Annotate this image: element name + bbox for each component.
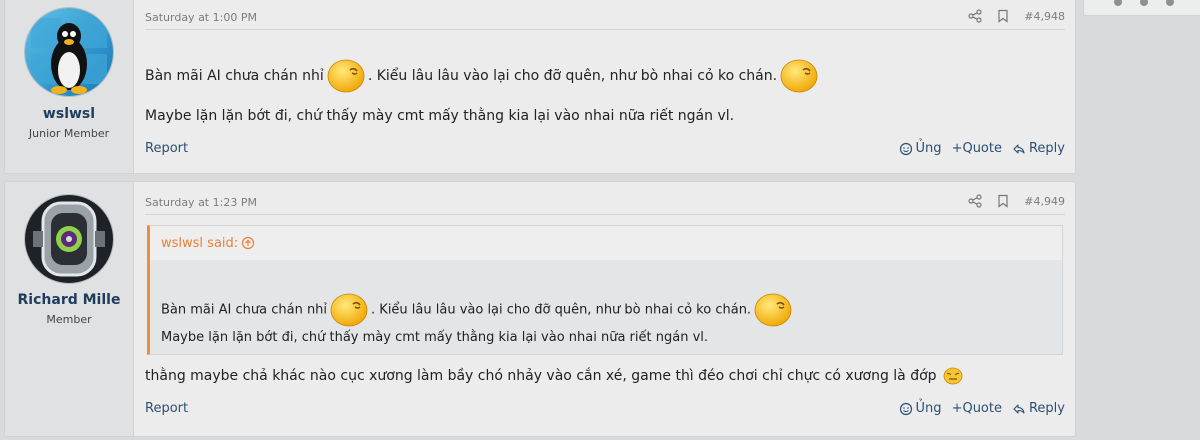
user-title: Member <box>46 313 92 326</box>
forum-post: Richard Mille Member Saturday at 1:23 PM… <box>4 181 1076 437</box>
user-title: Junior Member <box>28 127 110 140</box>
post-number[interactable]: #4,949 <box>1024 195 1065 208</box>
reply-label: Reply <box>1028 141 1065 156</box>
username[interactable]: wslwsl <box>5 106 133 122</box>
reply-icon <box>1013 143 1025 154</box>
avatar[interactable] <box>24 194 114 284</box>
quote-text-segment: Bàn mãi AI chưa chán nhỉ <box>161 302 328 318</box>
quote-button[interactable]: +Quote <box>952 401 1002 416</box>
annoyed-emoji-icon <box>943 367 963 385</box>
reply-button[interactable]: Reply <box>1012 401 1065 416</box>
smile-emoji-icon <box>327 59 365 93</box>
user-cell: Richard Mille Member <box>5 182 134 436</box>
react-icon <box>899 142 912 155</box>
post-text-segment: Bàn mãi AI chưa chán nhỉ <box>145 68 324 84</box>
report-link[interactable]: Report <box>145 401 188 416</box>
quote-block: wslwsl said: Bàn mãi AI chưa chán nhỉ . K… <box>147 225 1063 355</box>
quote-text-line: Maybe lặn lặn bớt đi, chứ thấy mày cmt m… <box>161 330 709 345</box>
dot-icon <box>1114 0 1122 6</box>
share-icon[interactable] <box>968 9 982 23</box>
post-main: Saturday at 1:00 PM #4,948 Bàn mãi AI ch… <box>145 0 1065 173</box>
quote-header[interactable]: wslwsl said: <box>150 226 1062 260</box>
quote-button[interactable]: +Quote <box>952 141 1002 156</box>
dot-icon <box>1166 0 1174 6</box>
react-label: Ủng <box>915 401 942 416</box>
post-text-segment: . Kiểu lâu lâu vào lại cho đỡ quên, như … <box>367 68 778 84</box>
post-footer: Report Ủng +Quote Reply <box>145 401 1065 421</box>
post-main: Saturday at 1:23 PM #4,949 wslwsl said: <box>145 182 1065 436</box>
react-button[interactable]: Ủng <box>899 141 942 156</box>
quote-text-segment: . Kiểu lâu lâu vào lại cho đỡ quên, như … <box>371 302 752 318</box>
post-text-line: Maybe lặn lặn bớt đi, chứ thấy mày cmt m… <box>145 108 735 124</box>
share-icon[interactable] <box>968 194 982 208</box>
avatar[interactable] <box>24 7 114 97</box>
post-date[interactable]: Saturday at 1:23 PM <box>145 196 257 209</box>
post-text-line: Bàn mãi AI chưa chán nhỉ . Kiểu lâu lâu v… <box>145 58 1065 94</box>
widget-dots <box>1114 0 1174 6</box>
smile-emoji-icon <box>330 293 368 327</box>
post-number[interactable]: #4,948 <box>1024 10 1065 23</box>
react-icon <box>899 402 912 415</box>
quote-text-line: Bàn mãi AI chưa chán nhỉ . Kiểu lâu lâu v… <box>161 292 795 328</box>
reply-icon <box>1013 403 1025 414</box>
sidebar-widget-partial <box>1083 0 1200 16</box>
smile-emoji-icon <box>780 59 818 93</box>
react-label: Ủng <box>915 141 942 156</box>
post-header: Saturday at 1:23 PM #4,949 <box>145 194 1065 215</box>
forum-post: wslwsl Junior Member Saturday at 1:00 PM… <box>4 0 1076 174</box>
post-header: Saturday at 1:00 PM #4,948 <box>145 9 1065 30</box>
reply-button[interactable]: Reply <box>1012 141 1065 156</box>
user-cell: wslwsl Junior Member <box>5 0 134 173</box>
post-date[interactable]: Saturday at 1:00 PM <box>145 11 257 24</box>
react-button[interactable]: Ủng <box>899 401 942 416</box>
post-text-segment: thằng maybe chả khác nào cục xương làm b… <box>145 368 937 384</box>
smile-emoji-icon <box>754 293 792 327</box>
quote-author[interactable]: wslwsl said: <box>161 236 238 251</box>
username[interactable]: Richard Mille <box>5 292 133 308</box>
bookmark-icon[interactable] <box>996 9 1010 23</box>
quote-label: +Quote <box>951 141 1002 156</box>
reply-label: Reply <box>1028 401 1065 416</box>
arrow-up-icon[interactable] <box>241 236 255 250</box>
report-link[interactable]: Report <box>145 141 188 156</box>
quote-label: +Quote <box>951 401 1002 416</box>
post-footer: Report Ủng +Quote Reply <box>145 141 1065 161</box>
bookmark-icon[interactable] <box>996 194 1010 208</box>
post-text-line: thằng maybe chả khác nào cục xương làm b… <box>145 366 1065 386</box>
dot-icon <box>1140 0 1148 6</box>
